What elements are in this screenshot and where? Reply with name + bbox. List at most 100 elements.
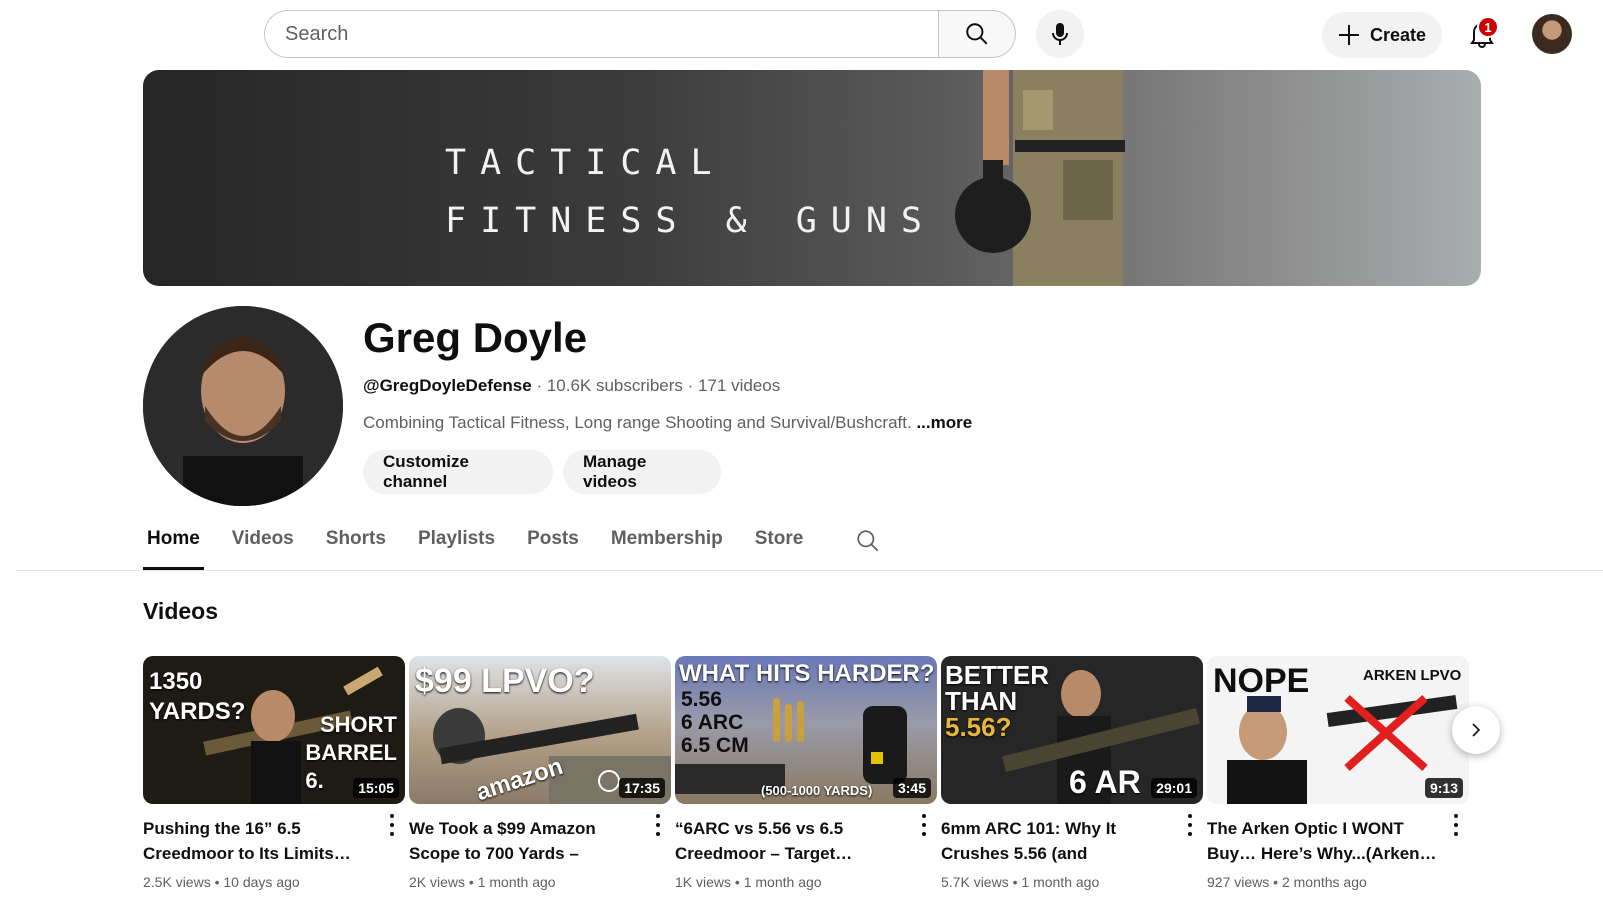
- thumb-line: 6.5 CM: [681, 734, 749, 757]
- section-title: Videos: [143, 598, 218, 624]
- banner-line-1: TACTICAL: [445, 143, 726, 183]
- video-card[interactable]: $99 LPVO? amazon 17:35 We Took a $99 Ama…: [409, 656, 671, 890]
- tab-home[interactable]: Home: [143, 522, 204, 570]
- channel-handle[interactable]: @GregDoyleDefense: [363, 376, 532, 395]
- meta-separator: ·: [687, 376, 699, 395]
- next-videos-button[interactable]: [1452, 706, 1500, 754]
- video-card[interactable]: BETTER THAN 5.56? 6 AR 29:01 6mm ARC 101…: [941, 656, 1203, 890]
- video-duration: 15:05: [353, 778, 399, 798]
- video-views: 927 views: [1207, 874, 1270, 890]
- tab-posts[interactable]: Posts: [511, 522, 595, 570]
- video-title[interactable]: “6ARC vs 5.56 vs 6.5 Creedmoor – Target…: [675, 816, 905, 866]
- video-meta: 1K views • 1 month ago: [675, 874, 822, 890]
- more-options-icon[interactable]: [921, 814, 927, 836]
- video-meta: 927 views • 2 months ago: [1207, 874, 1367, 890]
- video-thumbnail[interactable]: 1350 YARDS? SHORT BARREL 6. 15:05: [143, 656, 405, 804]
- video-count: 171 videos: [698, 376, 781, 395]
- thumb-line: YARDS?: [149, 698, 246, 725]
- tab-playlists[interactable]: Playlists: [402, 522, 511, 570]
- video-meta: 2K views • 1 month ago: [409, 874, 556, 890]
- banner-text: TACTICAL FITNESS & GUNS: [445, 134, 936, 250]
- tab-store[interactable]: Store: [739, 522, 820, 570]
- more-options-icon[interactable]: [655, 814, 661, 836]
- search-input[interactable]: Search: [264, 10, 938, 58]
- video-age: 2 months ago: [1281, 874, 1367, 890]
- video-title[interactable]: We Took a $99 Amazon Scope to 700 Yards …: [409, 816, 639, 866]
- tabs-divider: [16, 570, 1603, 571]
- notification-badge: 1: [1477, 16, 1499, 38]
- thumb-side-line: ARKEN LPVO: [1363, 667, 1462, 684]
- microphone-icon: [1052, 23, 1068, 45]
- video-views: 5.7K views: [941, 874, 1009, 890]
- channel-meta: @GregDoyleDefense · 10.6K subscribers · …: [363, 376, 780, 396]
- channel-tabs: Home Videos Shorts Playlists Posts Membe…: [143, 522, 819, 570]
- more-options-icon[interactable]: [1453, 814, 1459, 836]
- video-card[interactable]: NOPE ARKEN LPVO 9:13 The Arken Optic I W…: [1207, 656, 1469, 890]
- video-thumbnail[interactable]: NOPE ARKEN LPVO 9:13: [1207, 656, 1469, 804]
- thumb-line: 6 ARC: [681, 711, 744, 734]
- video-thumbnail[interactable]: BETTER THAN 5.56? 6 AR 29:01: [941, 656, 1203, 804]
- plus-icon: [1338, 25, 1359, 45]
- video-meta: 2.5K views • 10 days ago: [143, 874, 300, 890]
- tab-shorts[interactable]: Shorts: [310, 522, 402, 570]
- create-button[interactable]: Create: [1322, 12, 1442, 58]
- video-views: 2K views: [409, 874, 466, 890]
- video-duration: 17:35: [619, 778, 665, 798]
- voice-search-button[interactable]: [1036, 10, 1084, 58]
- video-views: 1K views: [675, 874, 732, 890]
- channel-search-button[interactable]: [855, 528, 881, 559]
- thumb-line: 5.56?: [945, 712, 1012, 742]
- video-title[interactable]: Pushing the 16” 6.5 Creedmoor to Its Lim…: [143, 816, 373, 866]
- channel-banner: TACTICAL FITNESS & GUNS: [143, 70, 1481, 286]
- thumb-side-line: (500-1000 YARDS): [761, 783, 873, 798]
- search-icon: [966, 23, 988, 45]
- video-duration: 29:01: [1151, 778, 1197, 798]
- more-link[interactable]: ...more: [916, 413, 972, 432]
- subscriber-count: 10.6K subscribers: [546, 376, 683, 395]
- more-options-icon[interactable]: [1187, 814, 1193, 836]
- chevron-right-icon: [1472, 723, 1481, 737]
- account-avatar[interactable]: [1532, 14, 1572, 54]
- video-duration: 3:45: [892, 778, 931, 798]
- video-card[interactable]: WHAT HITS HARDER? 5.56 6 ARC 6.5 CM (500…: [675, 656, 937, 890]
- video-meta: 5.7K views • 1 month ago: [941, 874, 1100, 890]
- channel-description[interactable]: Combining Tactical Fitness, Long range S…: [363, 413, 972, 433]
- customize-channel-button[interactable]: Customize channel: [363, 450, 553, 494]
- thumb-line: $99 LPVO?: [415, 662, 595, 700]
- video-duration: 9:13: [1424, 778, 1463, 798]
- video-title[interactable]: 6mm ARC 101: Why It Crushes 5.56 (and Ev…: [941, 816, 1171, 866]
- video-thumbnail[interactable]: WHAT HITS HARDER? 5.56 6 ARC 6.5 CM (500…: [675, 656, 937, 804]
- thumb-line: BETTER: [945, 660, 1049, 690]
- banner-figure-image: [955, 70, 1125, 286]
- create-label: Create: [1369, 24, 1427, 45]
- banner-line-2: FITNESS & GUNS: [445, 201, 937, 241]
- search-bar: Search: [264, 10, 1016, 58]
- video-card[interactable]: 1350 YARDS? SHORT BARREL 6. 15:05 Pushin…: [143, 656, 405, 890]
- thumb-line: WHAT HITS HARDER?: [679, 660, 935, 687]
- video-age: 1 month ago: [1021, 874, 1100, 890]
- thumb-side-line: 6 AR: [1069, 764, 1141, 800]
- thumb-line: NOPE: [1213, 662, 1310, 700]
- thumb-side-line: SHORT: [320, 712, 397, 737]
- video-title[interactable]: The Arken Optic I WONT Buy… Here’s Why..…: [1207, 816, 1437, 866]
- video-age: 1 month ago: [743, 874, 822, 890]
- manage-videos-button[interactable]: Manage videos: [563, 450, 721, 494]
- tab-videos[interactable]: Videos: [216, 522, 310, 570]
- video-age: 10 days ago: [223, 874, 300, 890]
- channel-avatar-image: [143, 306, 343, 506]
- channel-name: Greg Doyle: [363, 314, 588, 361]
- search-button[interactable]: [938, 10, 1016, 58]
- channel-avatar: [143, 306, 343, 506]
- thumb-line: 1350: [149, 668, 203, 695]
- meta-separator: ·: [536, 376, 547, 395]
- video-age: 1 month ago: [477, 874, 556, 890]
- description-text: Combining Tactical Fitness, Long range S…: [363, 413, 912, 432]
- thumb-line: 5.56: [681, 688, 722, 711]
- video-views: 2.5K views: [143, 874, 211, 890]
- thumb-side-line: BARREL: [305, 740, 397, 765]
- search-icon: [857, 530, 879, 552]
- thumb-line: THAN: [945, 686, 1018, 716]
- more-options-icon[interactable]: [389, 814, 395, 836]
- tab-membership[interactable]: Membership: [595, 522, 739, 570]
- video-thumbnail[interactable]: $99 LPVO? amazon 17:35: [409, 656, 671, 804]
